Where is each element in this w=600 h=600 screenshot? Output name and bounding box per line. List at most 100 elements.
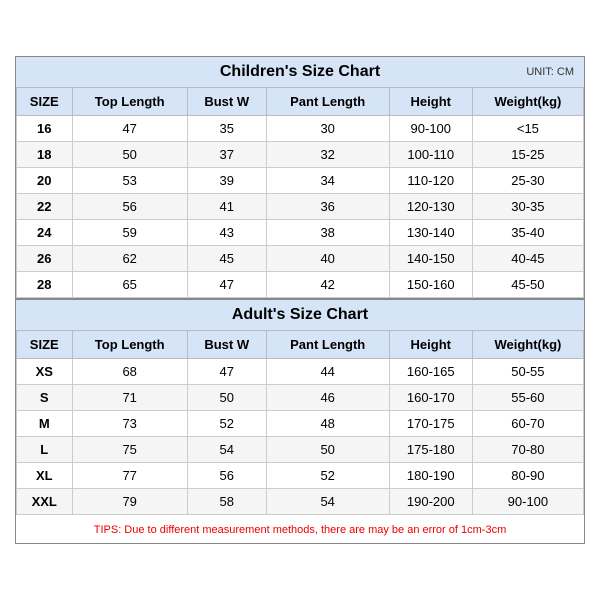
table-cell: 110-120 <box>389 168 472 194</box>
table-cell: 90-100 <box>472 489 583 515</box>
table-cell: 73 <box>72 411 187 437</box>
table-cell: 50-55 <box>472 359 583 385</box>
table-cell: S <box>17 385 73 411</box>
table-cell: 50 <box>187 385 266 411</box>
table-cell: XXL <box>17 489 73 515</box>
table-cell: 30-35 <box>472 194 583 220</box>
adults-title-row: Adult's Size Chart <box>16 298 584 330</box>
adults-table: SIZE Top Length Bust W Pant Length Heigh… <box>16 330 584 515</box>
table-cell: 71 <box>72 385 187 411</box>
table-cell: 45 <box>187 246 266 272</box>
table-cell: 79 <box>72 489 187 515</box>
table-cell: 180-190 <box>389 463 472 489</box>
table-cell: 90-100 <box>389 116 472 142</box>
table-cell: 35 <box>187 116 266 142</box>
table-cell: 34 <box>266 168 389 194</box>
children-col-height: Height <box>389 88 472 116</box>
table-cell: 47 <box>72 116 187 142</box>
table-cell: 40 <box>266 246 389 272</box>
table-row: 18503732100-11015-25 <box>17 142 584 168</box>
table-cell: 80-90 <box>472 463 583 489</box>
table-cell: 40-45 <box>472 246 583 272</box>
table-cell: 18 <box>17 142 73 168</box>
children-col-pantlength: Pant Length <box>266 88 389 116</box>
table-cell: 58 <box>187 489 266 515</box>
table-cell: 39 <box>187 168 266 194</box>
table-row: M735248170-17560-70 <box>17 411 584 437</box>
table-cell: 22 <box>17 194 73 220</box>
table-cell: 45-50 <box>472 272 583 298</box>
table-cell: 77 <box>72 463 187 489</box>
adults-col-height: Height <box>389 331 472 359</box>
children-col-toplength: Top Length <box>72 88 187 116</box>
table-cell: 38 <box>266 220 389 246</box>
unit-label: UNIT: CM <box>526 66 574 78</box>
table-row: XL775652180-19080-90 <box>17 463 584 489</box>
table-row: 26624540140-15040-45 <box>17 246 584 272</box>
children-col-weight: Weight(kg) <box>472 88 583 116</box>
table-cell: 130-140 <box>389 220 472 246</box>
table-cell: 175-180 <box>389 437 472 463</box>
table-cell: 100-110 <box>389 142 472 168</box>
table-row: S715046160-17055-60 <box>17 385 584 411</box>
table-cell: L <box>17 437 73 463</box>
table-cell: 160-165 <box>389 359 472 385</box>
table-cell: 36 <box>266 194 389 220</box>
table-cell: 54 <box>187 437 266 463</box>
table-cell: 47 <box>187 272 266 298</box>
table-cell: <15 <box>472 116 583 142</box>
table-cell: 44 <box>266 359 389 385</box>
table-cell: 170-175 <box>389 411 472 437</box>
table-cell: 26 <box>17 246 73 272</box>
table-row: 22564136120-13030-35 <box>17 194 584 220</box>
table-cell: 47 <box>187 359 266 385</box>
tips-row: TIPS: Due to different measurement metho… <box>16 515 584 543</box>
children-col-size: SIZE <box>17 88 73 116</box>
table-cell: 160-170 <box>389 385 472 411</box>
adults-col-weight: Weight(kg) <box>472 331 583 359</box>
table-cell: 50 <box>72 142 187 168</box>
adults-title: Adult's Size Chart <box>232 306 368 323</box>
table-cell: 55-60 <box>472 385 583 411</box>
children-table: SIZE Top Length Bust W Pant Length Heigh… <box>16 87 584 298</box>
table-cell: 20 <box>17 168 73 194</box>
table-cell: 140-150 <box>389 246 472 272</box>
table-cell: 150-160 <box>389 272 472 298</box>
table-cell: 43 <box>187 220 266 246</box>
table-cell: XL <box>17 463 73 489</box>
table-row: 28654742150-16045-50 <box>17 272 584 298</box>
adults-col-toplength: Top Length <box>72 331 187 359</box>
tips-text: TIPS: Due to different measurement metho… <box>94 524 506 536</box>
table-cell: 24 <box>17 220 73 246</box>
table-cell: 32 <box>266 142 389 168</box>
children-title-row: Children's Size Chart UNIT: CM <box>16 57 584 87</box>
table-cell: 25-30 <box>472 168 583 194</box>
table-cell: 42 <box>266 272 389 298</box>
table-cell: 56 <box>72 194 187 220</box>
table-cell: M <box>17 411 73 437</box>
table-row: 1647353090-100<15 <box>17 116 584 142</box>
size-chart: Children's Size Chart UNIT: CM SIZE Top … <box>15 56 585 544</box>
table-cell: 62 <box>72 246 187 272</box>
table-cell: 190-200 <box>389 489 472 515</box>
table-cell: 68 <box>72 359 187 385</box>
table-cell: 70-80 <box>472 437 583 463</box>
adults-col-bustw: Bust W <box>187 331 266 359</box>
adults-header-row: SIZE Top Length Bust W Pant Length Heigh… <box>17 331 584 359</box>
table-cell: 30 <box>266 116 389 142</box>
table-row: XXL795854190-20090-100 <box>17 489 584 515</box>
table-cell: 54 <box>266 489 389 515</box>
table-cell: 28 <box>17 272 73 298</box>
children-header-row: SIZE Top Length Bust W Pant Length Heigh… <box>17 88 584 116</box>
table-cell: 48 <box>266 411 389 437</box>
table-row: L755450175-18070-80 <box>17 437 584 463</box>
children-tbody: 1647353090-100<1518503732100-11015-25205… <box>17 116 584 298</box>
table-cell: 52 <box>266 463 389 489</box>
table-cell: 37 <box>187 142 266 168</box>
table-cell: 41 <box>187 194 266 220</box>
table-row: XS684744160-16550-55 <box>17 359 584 385</box>
table-cell: XS <box>17 359 73 385</box>
adults-col-pantlength: Pant Length <box>266 331 389 359</box>
table-cell: 16 <box>17 116 73 142</box>
table-row: 24594338130-14035-40 <box>17 220 584 246</box>
